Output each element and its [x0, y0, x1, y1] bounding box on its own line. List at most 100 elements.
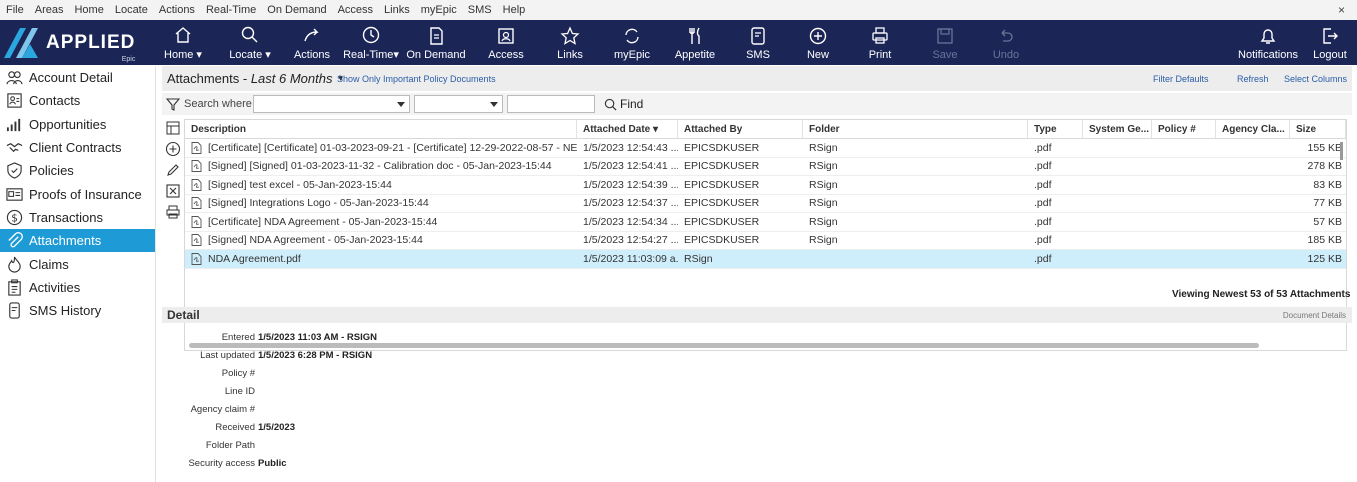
table-row[interactable]: [Certificate] [Certificate] 01-03-2023-0…: [185, 139, 1346, 158]
column-type[interactable]: Type: [1028, 120, 1083, 138]
grid-header: Description Attached Date ▾ Attached By …: [185, 120, 1346, 139]
toolbar-actions-button[interactable]: Actions: [293, 20, 331, 65]
column-folder[interactable]: Folder: [803, 120, 1028, 138]
detail-row: Folder Path: [162, 436, 762, 454]
refresh-link[interactable]: Refresh: [1237, 74, 1269, 84]
column-size[interactable]: Size: [1290, 120, 1346, 138]
toolbar-undo-button[interactable]: Undo: [993, 20, 1019, 65]
table-row[interactable]: [Signed] test excel - 05-Jan-2023-15:44 1…: [185, 176, 1346, 195]
important-documents-link[interactable]: Show Only Important Policy Documents: [337, 74, 496, 84]
toolbar-myepic-button[interactable]: myEpic: [613, 20, 651, 65]
toolbar-access-button[interactable]: Access: [488, 20, 524, 65]
pdf-file-icon: [191, 141, 202, 154]
menu-help[interactable]: Help: [503, 4, 526, 16]
detail-value: Public: [258, 457, 287, 469]
row-policy-number-cell: [1152, 158, 1216, 176]
find-button[interactable]: Find: [604, 97, 643, 111]
menu-file[interactable]: File: [6, 4, 24, 16]
column-description[interactable]: Description: [185, 120, 577, 138]
toolbar-locate-button[interactable]: Locate ▾: [225, 20, 275, 65]
menu-real-time[interactable]: Real-Time: [206, 4, 256, 16]
print-icon[interactable]: [165, 204, 181, 220]
sidebar-item-client-contracts[interactable]: Client Contracts: [0, 136, 155, 159]
table-row[interactable]: [Signed] [Signed] 01-03-2023-11-32 - Cal…: [185, 158, 1346, 176]
toolbar-real-time-button[interactable]: Real-Time▾: [343, 20, 399, 65]
sidebar-item-transactions[interactable]: $ Transactions: [0, 206, 155, 229]
row-policy-number-cell: [1152, 139, 1216, 157]
row-type-cell: .pdf: [1028, 139, 1083, 157]
bell-icon: [1260, 29, 1276, 44]
row-agency-claim-cell: [1216, 158, 1290, 176]
vertical-scrollbar[interactable]: [1340, 142, 1343, 160]
sidebar-item-attachments[interactable]: Attachments: [0, 229, 155, 253]
menu-actions[interactable]: Actions: [159, 4, 195, 16]
detail-label: Folder Path: [205, 439, 255, 451]
sidebar-item-proofs-of-insurance[interactable]: Proofs of Insurance: [0, 182, 155, 205]
viewing-count: Viewing Newest 53 of 53 Attachments: [1172, 289, 1351, 300]
row-folder-cell: RSign: [803, 213, 1028, 231]
sidebar-item-contacts[interactable]: Contacts: [0, 89, 155, 112]
cell-text: .pdf: [1034, 252, 1052, 265]
close-icon[interactable]: ×: [1338, 3, 1345, 17]
menu-sms[interactable]: SMS: [468, 4, 492, 16]
actions-icon: [304, 28, 319, 42]
menu-home[interactable]: Home: [74, 4, 103, 16]
filter-icon[interactable]: [166, 97, 180, 111]
column-chooser-icon[interactable]: [165, 120, 181, 136]
menu-locate[interactable]: Locate: [115, 4, 148, 16]
toolbar-logout-button[interactable]: Logout: [1312, 20, 1348, 65]
toolbar-appetite-button[interactable]: Appetite: [674, 20, 716, 65]
page-title[interactable]: Attachments - Last 6 Months: [167, 71, 332, 86]
table-row[interactable]: [Signed] Integrations Logo - 05-Jan-2023…: [185, 195, 1346, 213]
sidebar-item-policies[interactable]: Policies: [0, 159, 155, 182]
filter-defaults-link[interactable]: Filter Defaults: [1153, 74, 1209, 84]
search-field-select[interactable]: [253, 95, 410, 113]
add-icon[interactable]: [165, 141, 181, 157]
menu-myepic[interactable]: myEpic: [421, 4, 457, 16]
detail-row: Last updated 1/5/2023 6:28 PM - RSIGN: [162, 346, 762, 364]
select-columns-link[interactable]: Select Columns: [1284, 74, 1347, 84]
toolbar-notifications-button[interactable]: Notifications: [1237, 20, 1299, 65]
sidebar-item-claims[interactable]: Claims: [0, 252, 155, 275]
search-value-input[interactable]: [507, 95, 595, 113]
pdf-file-icon: [191, 178, 202, 191]
menu-on-demand[interactable]: On Demand: [267, 4, 326, 16]
menu-areas[interactable]: Areas: [35, 4, 64, 16]
cell-text: 278 KB: [1307, 160, 1342, 173]
column-attached-date[interactable]: Attached Date ▾: [577, 120, 678, 138]
toolbar-print-button[interactable]: Print: [866, 20, 894, 65]
column-system-generated[interactable]: System Ge...: [1083, 120, 1152, 138]
toolbar-on-demand-button[interactable]: On Demand: [406, 20, 466, 65]
sidebar-item-sms-history[interactable]: SMS History: [0, 299, 155, 322]
toolbar-new-button[interactable]: New: [805, 20, 831, 65]
pdf-file-icon: [191, 252, 202, 265]
row-attached-date-cell: 1/5/2023 12:54:41 ...: [577, 158, 678, 176]
document-details-link[interactable]: Document Details: [1283, 311, 1346, 320]
sms-history-icon: [9, 302, 20, 319]
column-policy-number[interactable]: Policy #: [1152, 120, 1216, 138]
detail-label: Last updated: [200, 349, 255, 361]
row-attached-by-cell: EPICSDKUSER: [678, 195, 803, 213]
menu-links[interactable]: Links: [384, 4, 410, 16]
table-row[interactable]: [Certificate] NDA Agreement - 05-Jan-202…: [185, 213, 1346, 232]
toolbar-home-button[interactable]: Home ▾: [164, 20, 202, 65]
sidebar-item-opportunities[interactable]: Opportunities: [0, 113, 155, 136]
row-agency-claim-cell: [1216, 139, 1290, 157]
column-agency-claim[interactable]: Agency Cla...: [1216, 120, 1290, 138]
table-row[interactable]: [Signed] NDA Agreement - 05-Jan-2023-15:…: [185, 232, 1346, 250]
edit-pencil-icon[interactable]: [165, 162, 181, 178]
sidebar-item-activities[interactable]: Activities: [0, 276, 155, 299]
row-folder-cell: [803, 250, 1028, 268]
menu-access[interactable]: Access: [338, 4, 373, 16]
main-toolbar: APPLIED Epic Home ▾ Locate ▾ Actions Real…: [0, 20, 1357, 65]
sidebar-item-account-detail[interactable]: Account Detail: [0, 66, 155, 89]
table-row[interactable]: NDA Agreement.pdf 1/5/2023 11:03:09 a... R…: [185, 250, 1346, 269]
toolbar-links-button[interactable]: Links: [555, 20, 585, 65]
cell-text: .pdf: [1034, 215, 1052, 228]
delete-icon[interactable]: [165, 183, 181, 199]
column-attached-by[interactable]: Attached By: [678, 120, 803, 138]
search-operator-select[interactable]: [414, 95, 503, 113]
toolbar-save-button[interactable]: Save: [932, 20, 958, 65]
home-icon: [175, 27, 191, 43]
toolbar-sms-button[interactable]: SMS: [745, 20, 771, 65]
